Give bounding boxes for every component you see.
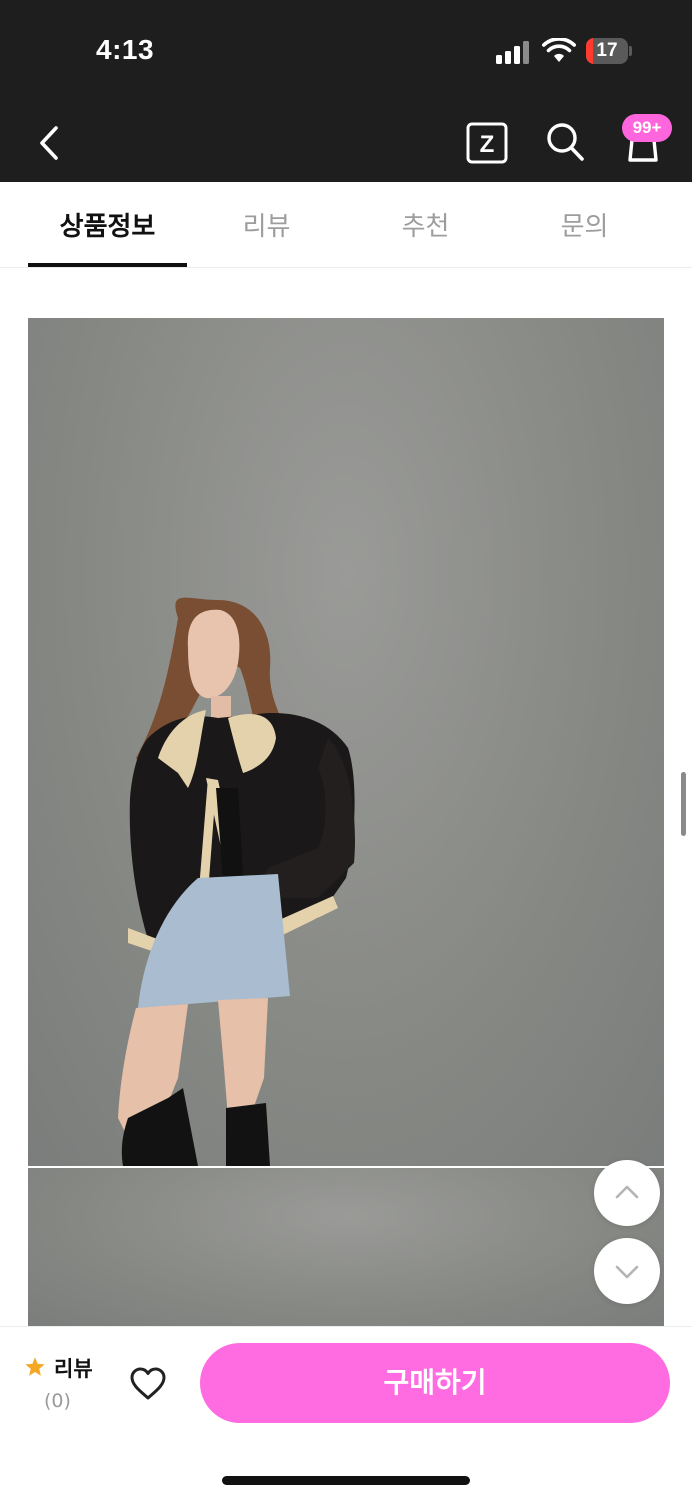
tab-recommend[interactable]: 추천 (346, 182, 505, 268)
status-time: 4:13 (96, 34, 155, 65)
battery-level: 17 (596, 40, 618, 61)
chevron-up-icon (615, 1185, 639, 1199)
top-nav-bar: Z (0, 100, 692, 182)
scrollbar-thumb[interactable] (681, 772, 686, 836)
cellular-signal-icon (496, 40, 532, 64)
buy-button[interactable]: 구매하기 (200, 1343, 670, 1423)
product-photo-2 (28, 1168, 664, 1328)
battery-indicator: 17 (586, 38, 632, 64)
cart-count-badge: 99+ (622, 114, 672, 142)
status-bar: 4:13 17 (0, 0, 692, 100)
scroll-down-button[interactable] (594, 1238, 660, 1304)
heart-icon[interactable] (128, 1364, 168, 1404)
active-tab-indicator (28, 263, 187, 267)
product-photo (28, 318, 664, 1166)
chevron-down-icon (615, 1265, 639, 1279)
home-indicator (222, 1476, 470, 1485)
product-tabs: 상품정보 리뷰 추천 문의 (0, 182, 692, 268)
star-icon (25, 1357, 45, 1376)
tab-product-info[interactable]: 상품정보 (28, 182, 187, 268)
review-label[interactable]: 리뷰 (54, 1353, 93, 1383)
back-arrow-icon[interactable] (28, 120, 70, 166)
review-count: (0) (44, 1390, 71, 1412)
svg-text:Z: Z (480, 131, 495, 158)
tab-reviews[interactable]: 리뷰 (187, 182, 346, 268)
wifi-icon (542, 38, 576, 62)
scroll-up-button[interactable] (594, 1160, 660, 1226)
search-icon[interactable] (544, 120, 586, 164)
z-icon[interactable]: Z (466, 122, 508, 164)
tab-inquiry[interactable]: 문의 (505, 182, 664, 268)
